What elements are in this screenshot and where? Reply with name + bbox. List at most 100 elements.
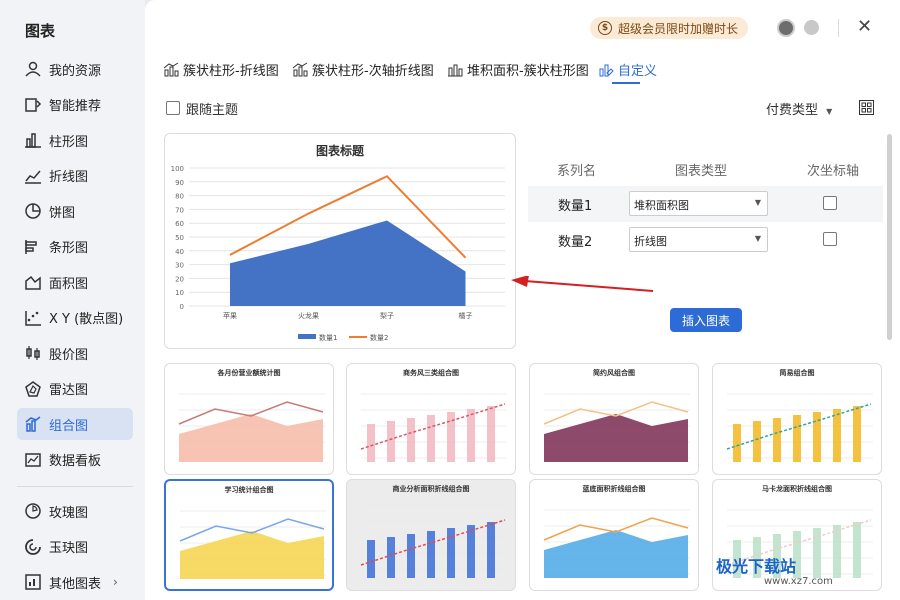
template-card[interactable]: 学习统计组合图 (164, 479, 334, 591)
grid-view-icon[interactable] (859, 100, 874, 115)
pie-chart-icon (24, 202, 42, 220)
template-thumbnail-graphic (726, 393, 873, 462)
chart-type-value: 折线图 (634, 235, 667, 248)
y-tick-label: 40 (175, 248, 184, 256)
dashboard-icon (24, 451, 42, 469)
stacked-area-chart-icon (447, 62, 463, 78)
template-card[interactable]: 蓝底面积折线组合图 (529, 479, 699, 591)
sidebar-item-label: 股价图 (49, 347, 89, 363)
tab-cluster-column-line[interactable]: 簇状柱形-折线图 (163, 60, 279, 79)
tab-stacked-area-cluster-column[interactable]: 堆积面积-簇状柱形图 (447, 60, 589, 79)
template-card[interactable]: 商业分析面积折线组合图 (346, 479, 516, 591)
chevron-right-icon: › (113, 575, 118, 589)
smart-recommend-icon (24, 96, 42, 114)
bar-chart-icon (24, 238, 42, 256)
scrollbar[interactable] (887, 134, 892, 340)
stock-chart-icon (24, 344, 42, 362)
follow-theme-checkbox[interactable] (166, 101, 180, 115)
sidebar-item[interactable]: 饼图 (17, 195, 133, 227)
pay-type-dropdown[interactable]: 付费类型 ▼ (766, 99, 832, 118)
tab-label: 簇状柱形-次轴折线图 (312, 64, 434, 79)
chevron-down-icon: ▼ (826, 107, 833, 116)
template-thumbnail-graphic (360, 509, 507, 578)
y-tick-label: 30 (175, 262, 184, 270)
avatar[interactable] (777, 19, 795, 37)
sidebar-item[interactable]: 股价图 (17, 337, 133, 369)
watermark-url: www.xz7.com (764, 576, 833, 587)
pay-type-label: 付费类型 (766, 103, 819, 118)
chart-type-value: 堆积面积图 (634, 199, 689, 212)
template-thumbnail-graphic (543, 509, 690, 578)
y-tick-label: 20 (175, 275, 184, 283)
custom-chart-icon (598, 62, 614, 78)
vip-promo-label: 超级会员限时加赠时长 (618, 21, 739, 36)
chart-type-select[interactable]: 折线图 ▼ (629, 227, 768, 252)
sidebar-item-label: 智能推荐 (49, 99, 102, 114)
sidebar-item-label: 组合图 (49, 418, 89, 434)
header-series-name: 系列名 (557, 164, 597, 179)
sidebar-item-label: 面积图 (49, 276, 89, 292)
header-secondary-axis: 次坐标轴 (807, 164, 860, 179)
scatter-chart-icon (24, 309, 42, 327)
sidebar-item-label: 玉玦图 (49, 541, 89, 556)
vip-coin-icon: $ (598, 21, 612, 35)
sidebar-item[interactable]: 面积图 (17, 266, 133, 298)
series-name: 数量1 (558, 199, 593, 214)
secondary-axis-checkbox[interactable] (823, 232, 837, 246)
tab-label: 堆积面积-簇状柱形图 (467, 64, 589, 79)
x-tick-label: 苹果 (223, 311, 237, 320)
chart-type-select[interactable]: 堆积面积图 ▼ (629, 191, 768, 216)
template-card[interactable]: 各月份营业额统计图 (164, 363, 334, 475)
chart-preview: 图表标题 0 10 20 30 40 50 60 70 80 90 100 苹果 火龙果 梨子 橘子 数量1 数… (164, 133, 516, 349)
radar-chart-icon (24, 380, 42, 398)
sidebar-item[interactable]: 条形图 (17, 231, 133, 263)
series-row: 数量1 堆积面积图 ▼ (528, 186, 883, 222)
sidebar-divider (17, 486, 133, 487)
y-tick-label: 90 (175, 179, 184, 187)
sidebar-item-label: 其他图表 (49, 576, 102, 592)
chevron-down-icon: ▼ (754, 234, 761, 243)
secondary-axis-checkbox[interactable] (823, 196, 837, 210)
jade-ring-chart-icon (24, 538, 42, 556)
sidebar-item[interactable]: 数据看板 (17, 444, 133, 476)
y-tick-label: 10 (175, 289, 184, 297)
sidebar-item[interactable]: 智能推荐 (17, 89, 133, 121)
tab-label: 簇状柱形-折线图 (183, 64, 279, 79)
combo-chart-icon (292, 62, 308, 78)
tab-cluster-column-secondary-line[interactable]: 簇状柱形-次轴折线图 (292, 60, 434, 79)
tab-label: 自定义 (618, 64, 658, 79)
member-badge-icon[interactable] (804, 20, 819, 35)
sidebar-item[interactable]: 其他图表 › (17, 566, 133, 598)
series-area-数量1 (230, 220, 466, 306)
header-divider (838, 19, 839, 37)
sidebar-item[interactable]: 我的资源 (17, 53, 133, 85)
y-tick-label: 70 (175, 206, 184, 214)
y-tick-label: 100 (171, 165, 184, 173)
area-chart-icon (24, 273, 42, 291)
close-icon[interactable]: ✕ (857, 16, 872, 37)
insert-chart-button[interactable]: 插入图表 (670, 308, 742, 332)
template-card[interactable]: 简易组合图 (712, 363, 882, 475)
vip-promo-button[interactable]: $ 超级会员限时加赠时长 (590, 17, 749, 39)
y-tick-label: 80 (175, 193, 184, 201)
main-panel: $ 超级会员限时加赠时长 ✕ 簇状柱形-折线图 簇状柱形-次轴折线图 堆积面积-… (145, 0, 900, 600)
rose-chart-icon (24, 502, 42, 520)
sidebar-item[interactable]: 柱形图 (17, 124, 133, 156)
sidebar-item[interactable]: 雷达图 (17, 373, 133, 405)
template-card[interactable]: 商务风三类组合图 (346, 363, 516, 475)
sidebar-item[interactable]: 玫瑰图 (17, 495, 133, 527)
x-tick-label: 橘子 (459, 311, 473, 320)
sidebar-item-label: 饼图 (49, 205, 76, 221)
red-arrow-annotation (511, 276, 654, 292)
column-chart-icon (24, 131, 42, 149)
sidebar-item[interactable]: 组合图 (17, 408, 133, 440)
template-card[interactable]: 简约风组合图 (529, 363, 699, 475)
sidebar-item[interactable]: 玉玦图 (17, 531, 133, 563)
sidebar-item-label: 条形图 (49, 241, 89, 256)
other-chart-icon (24, 573, 42, 591)
sidebar-item[interactable]: 折线图 (17, 160, 133, 192)
tab-custom[interactable]: 自定义 (598, 60, 657, 79)
sidebar-item-label: 数据看板 (49, 454, 102, 469)
chevron-down-icon: ▼ (754, 198, 761, 207)
sidebar-item[interactable]: X Y (散点图) (17, 302, 133, 334)
